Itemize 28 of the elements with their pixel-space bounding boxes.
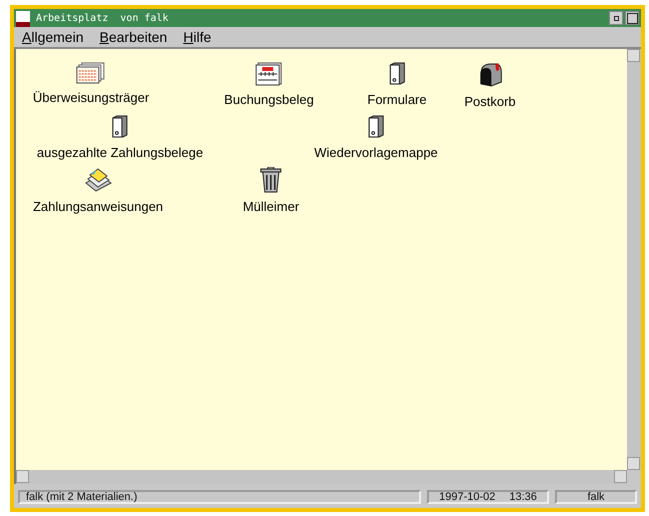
icon-label[interactable]: Überweisungsträger [32,90,150,105]
window-title: Arbeitsplatz von falk [36,12,170,24]
minimize-button[interactable] [609,11,623,25]
ledger-sheet-icon [255,62,283,86]
system-menu-icon[interactable] [16,11,30,27]
binder-icon [112,115,128,139]
vertical-scrollbar[interactable] [627,49,641,470]
icon-label[interactable]: Buchungsbeleg [224,92,314,107]
icon-label[interactable]: Formulare [367,92,427,107]
binder-icon [389,62,405,86]
menu-item[interactable]: Hilfe [183,29,212,45]
icon-label[interactable]: Mülleimer [242,199,300,214]
icon-label[interactable]: Zahlungsanweisungen [32,199,164,214]
payment-slips-icon [84,167,112,193]
menu-item[interactable]: Allgemein [22,29,84,45]
icon-label[interactable]: ausgezahlte Zahlungsbelege [36,145,204,160]
icon-label[interactable]: Wiedervorlagemappe [314,145,438,160]
menu-item[interactable]: Bearbeiten [99,29,168,45]
status-time: 13:36 [509,491,537,503]
icon-label[interactable]: Postkorb [464,94,516,109]
horizontal-scrollbar[interactable] [14,470,627,484]
trash-can-icon [260,167,282,193]
form-stack-icon [76,62,106,84]
binder-icon [368,115,384,139]
status-date: 1997-10-02 [439,491,496,503]
maximize-button[interactable] [625,11,639,25]
status-user: falk [555,490,637,504]
status-message: falk (mit 2 Materialien.) [18,490,421,504]
